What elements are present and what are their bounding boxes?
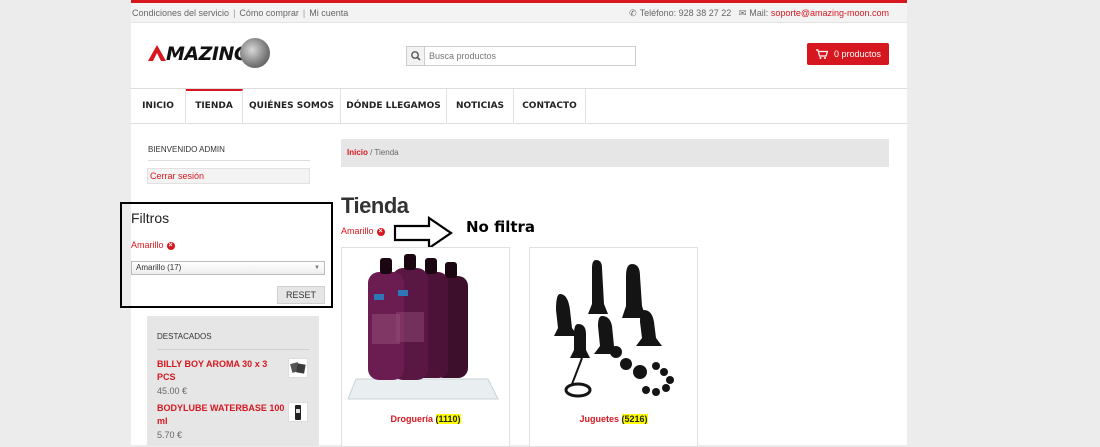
product-image [348,254,503,409]
contact-info: ✆ Teléfono: 928 38 27 22 ✉ Mail: soporte@a… [629,8,889,19]
featured-panel: DESTACADOS BILLY BOY AROMA 30 x 3 PCS 45… [147,316,319,446]
welcome-text: BIENVENIDO ADMIN [148,145,225,154]
logo[interactable]: MAZING [148,38,270,70]
logout-link[interactable]: Cerrar sesión [147,168,310,184]
breadcrumb: Inicio / Tienda [341,139,889,167]
remove-filter-icon[interactable]: × [376,227,385,236]
active-filter-chip[interactable]: Amarillo × [341,226,385,236]
cart-label: 0 productos [834,49,882,59]
cart-button[interactable]: 0 productos [807,43,889,65]
category-card-drogueria[interactable]: Droguería (1110) [341,247,510,447]
top-bar: Condiciones del servicio | Cómo comprar | Mi… [131,3,907,23]
featured-item-name[interactable]: BODYLUBE WATERBASE 100 ml [157,402,287,428]
moon-icon [240,38,270,68]
product-image [536,254,691,409]
nav-item-donde-llegamos[interactable]: DÓNDE LLEGAMOS [341,89,447,124]
logo-text: MAZING [166,43,249,65]
nav-item-inicio[interactable]: INICIO [131,89,186,124]
search-icon[interactable] [407,47,425,65]
featured-title: DESTACADOS [157,332,212,341]
featured-item-thumbnail[interactable] [288,358,308,378]
category-name: Droguería [390,414,433,424]
featured-item-price: 45.00 € [157,386,188,396]
remove-filter-icon[interactable]: × [166,241,175,250]
chevron-down-icon: ▼ [314,265,320,271]
nav-item-tienda[interactable]: TIENDA [186,89,243,124]
featured-item-thumbnail[interactable] [288,402,308,422]
phone-text: Teléfono: 928 38 27 22 [639,8,732,18]
annotation-arrow-icon [393,216,453,250]
search-box [406,46,636,66]
nav-item-noticias[interactable]: NOTICIAS [447,89,514,124]
annotation-text: No filtra [466,218,536,236]
nav-item-quienes-somos[interactable]: QUIÉNES SOMOS [243,89,341,124]
featured-item-name[interactable]: BILLY BOY AROMA 30 x 3 PCS [157,358,287,384]
color-filter-value: Amarillo (17) [136,263,182,272]
breadcrumb-current: Tienda [374,148,399,157]
mail-icon: ✉ [738,8,747,18]
category-count: (5216) [621,414,648,424]
reset-button[interactable]: RESET [277,286,325,304]
breadcrumb-home-link[interactable]: Inicio [347,148,368,157]
main-nav: INICIO TIENDA QUIÉNES SOMOS DÓNDE LLEGAM… [131,88,907,124]
how-to-buy-link[interactable]: Cómo comprar [239,8,299,18]
terms-link[interactable]: Condiciones del servicio [132,8,229,18]
featured-item-price: 5.70 € [157,430,183,440]
category-label: Droguería (1110) [342,414,509,424]
phone-icon: ✆ [629,8,637,18]
active-filter-chip[interactable]: Amarillo × [131,240,175,250]
active-filter-label: Amarillo [341,226,374,236]
divider [148,160,310,161]
category-count: (1110) [435,414,461,424]
color-filter-select[interactable]: Amarillo (17) ▼ [131,261,325,275]
filters-title: Filtros [131,210,170,226]
cart-icon [816,49,828,59]
nav-item-contacto[interactable]: CONTACTO [514,89,586,124]
top-links: Condiciones del servicio | Cómo comprar | Mi… [132,8,349,18]
mail-link[interactable]: soporte@amazing-moon.com [771,8,889,18]
active-filter-label: Amarillo [131,240,164,250]
category-label: Juguetes (5216) [530,414,697,424]
logo-a-icon [148,45,166,61]
category-name: Juguetes [579,414,619,424]
mail-label: Mail: [749,8,769,18]
category-card-juguetes[interactable]: Juguetes (5216) [529,247,698,447]
search-input[interactable] [427,47,633,65]
divider [157,349,309,350]
my-account-link[interactable]: Mi cuenta [309,8,348,18]
